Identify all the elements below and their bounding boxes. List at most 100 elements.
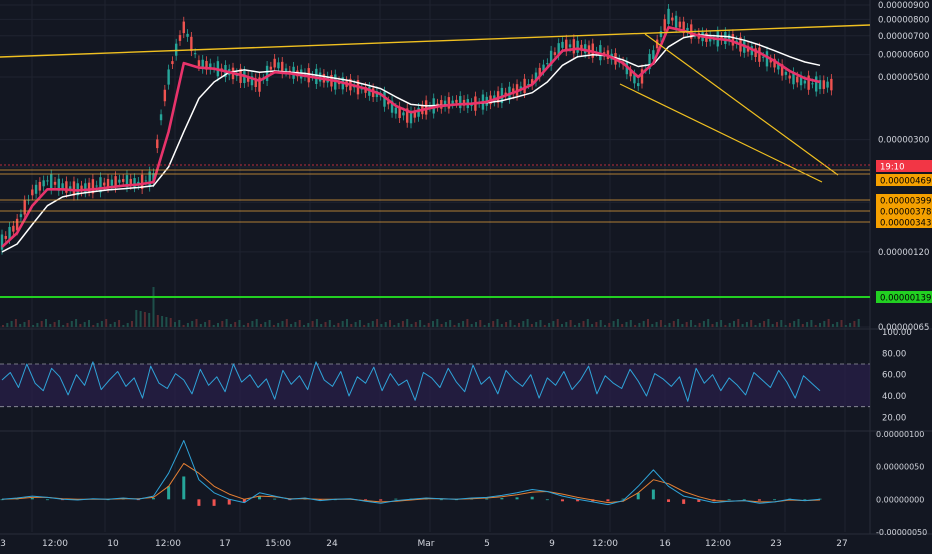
- volume-bar: [363, 325, 366, 327]
- volume-bar: [298, 320, 301, 327]
- candle-body: [284, 68, 288, 72]
- volume-bar: [647, 319, 649, 327]
- volume-bar: [616, 319, 619, 327]
- volume-bar: [543, 325, 546, 327]
- volume-bar: [831, 324, 834, 327]
- volume-bar: [526, 319, 529, 327]
- macd-histogram-bar: [773, 499, 777, 501]
- volume-bar: [23, 322, 26, 327]
- rsi-band: [0, 364, 870, 407]
- volume-bar: [427, 323, 430, 327]
- candle-body: [402, 112, 405, 116]
- volume-bar: [819, 323, 821, 327]
- candle-body: [269, 66, 273, 70]
- candle-body: [572, 39, 576, 54]
- time-tick-label: 9: [549, 539, 555, 549]
- volume-bar: [741, 324, 744, 327]
- candle-body: [584, 44, 587, 54]
- volume-bar: [311, 321, 314, 327]
- volume-bar: [113, 322, 116, 327]
- macd-histogram-bar: [379, 499, 383, 501]
- rsi-tick-label: 80.00: [882, 349, 906, 359]
- chart-canvas[interactable]: 0.00000900 0.00000800 0.00000700 0.00000600…: [0, 0, 932, 550]
- volume-bar: [728, 323, 731, 327]
- candle-body: [663, 19, 666, 31]
- volume-bar: [57, 320, 60, 327]
- volume-bar: [522, 321, 525, 327]
- volume-bar: [14, 319, 17, 327]
- volume-bar: [849, 323, 852, 327]
- candle-body: [803, 80, 807, 84]
- candle-body: [53, 181, 57, 185]
- volume-bar: [341, 321, 344, 327]
- volume-bar: [371, 321, 374, 327]
- volume-bar: [853, 321, 856, 327]
- volume-bar: [569, 320, 572, 327]
- volume-bar: [556, 319, 559, 327]
- candle-body: [796, 76, 799, 83]
- volume-bar: [745, 322, 748, 327]
- volume-bar: [126, 323, 129, 327]
- volume-bar: [612, 321, 615, 327]
- volume-bar: [690, 320, 692, 327]
- macd-histogram-bar: [212, 499, 216, 506]
- macd-histogram-bar: [394, 498, 398, 500]
- time-tick-label: 12:00: [705, 539, 731, 549]
- rsi-panel[interactable]: [0, 361, 870, 408]
- candle-body: [163, 89, 167, 102]
- macd-histogram-bar: [485, 498, 489, 500]
- candle-body: [31, 189, 34, 196]
- macd-histogram-bar: [273, 498, 277, 500]
- macd-histogram-bar: [30, 498, 34, 500]
- volume-bar: [788, 323, 791, 327]
- volume-bar: [49, 324, 52, 327]
- volume-bar: [814, 325, 817, 327]
- rsi-tick-label: 20.00: [882, 413, 906, 423]
- trading-chart[interactable]: 0.00000900 0.00000800 0.00000700 0.00000600…: [0, 0, 932, 550]
- volume-bar: [582, 321, 585, 327]
- macd-histogram-bar: [606, 499, 610, 502]
- volume-bar: [483, 325, 486, 327]
- volume-bar: [148, 313, 151, 327]
- volume-bar: [578, 323, 581, 327]
- volume-bar: [806, 322, 809, 327]
- volume-bar: [277, 323, 280, 327]
- price-label-text: 19:10: [880, 163, 905, 173]
- candle-body: [12, 225, 15, 232]
- candle-body: [455, 99, 458, 103]
- volume-bar: [573, 325, 576, 327]
- candle-body: [277, 62, 280, 69]
- volume-bar: [281, 321, 284, 327]
- rsi-tick-label: 40.00: [882, 392, 906, 402]
- candle-body: [175, 43, 178, 56]
- volume-bar: [801, 324, 804, 327]
- volume-bar: [337, 323, 340, 327]
- volume-bar: [565, 322, 568, 327]
- volume-bar: [350, 324, 353, 327]
- candle-body: [178, 35, 182, 41]
- volume-bar: [389, 320, 391, 327]
- volume-bar: [475, 322, 477, 327]
- volume-bar: [677, 319, 680, 327]
- volume-bar: [857, 319, 860, 327]
- volume-bar: [763, 321, 766, 327]
- candle-body: [23, 200, 26, 215]
- macd-histogram-bar: [500, 498, 504, 500]
- rsi-tick-label: 100.00: [882, 328, 912, 338]
- volume-bar: [195, 319, 198, 327]
- volume-bar: [358, 320, 361, 327]
- candle-body: [273, 58, 276, 68]
- macd-histogram-bar: [530, 496, 534, 500]
- volume-bar: [685, 322, 688, 327]
- volume-bar: [694, 325, 697, 327]
- volume-bar: [711, 324, 714, 327]
- candle-body: [197, 60, 201, 67]
- volume-bar: [638, 323, 641, 327]
- volume-bar: [62, 325, 65, 327]
- price-tick-label: 0.00000120: [878, 248, 929, 258]
- price-tick-label: 0.00000700: [878, 32, 929, 42]
- volume-bar: [380, 324, 383, 327]
- rsi-tick-label: 60.00: [882, 371, 906, 381]
- volume-bar: [92, 325, 95, 327]
- candle-body: [103, 182, 106, 186]
